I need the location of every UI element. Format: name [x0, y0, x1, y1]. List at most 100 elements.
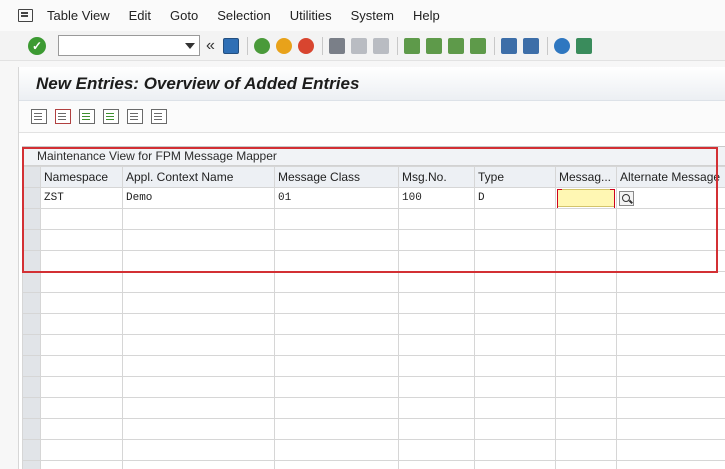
- empty-cell[interactable]: [616, 334, 725, 356]
- row-selector[interactable]: [22, 376, 41, 398]
- empty-cell[interactable]: [474, 292, 556, 314]
- empty-cell[interactable]: [274, 292, 399, 314]
- empty-cell[interactable]: [474, 313, 556, 335]
- empty-cell[interactable]: [474, 229, 556, 251]
- empty-cell[interactable]: [40, 397, 123, 419]
- empty-cell[interactable]: [616, 292, 725, 314]
- empty-cell[interactable]: [555, 460, 617, 469]
- empty-cell[interactable]: [40, 250, 123, 272]
- layout-icon[interactable]: [575, 37, 592, 54]
- empty-cell[interactable]: [40, 460, 123, 469]
- cell-namespace[interactable]: ZST: [40, 187, 123, 209]
- empty-cell[interactable]: [40, 439, 123, 461]
- empty-cell[interactable]: [122, 397, 275, 419]
- empty-cell[interactable]: [40, 229, 123, 251]
- empty-cell[interactable]: [274, 229, 399, 251]
- empty-cell[interactable]: [474, 418, 556, 440]
- empty-cell[interactable]: [398, 439, 475, 461]
- empty-cell[interactable]: [122, 460, 275, 469]
- empty-cell[interactable]: [616, 355, 725, 377]
- row-selector[interactable]: [22, 460, 41, 469]
- empty-cell[interactable]: [616, 460, 725, 469]
- row-selector[interactable]: [22, 355, 41, 377]
- empty-cell[interactable]: [616, 397, 725, 419]
- empty-cell[interactable]: [398, 355, 475, 377]
- empty-cell[interactable]: [616, 418, 725, 440]
- empty-cell[interactable]: [474, 271, 556, 293]
- empty-cell[interactable]: [40, 334, 123, 356]
- cancel-icon[interactable]: [297, 37, 314, 54]
- empty-cell[interactable]: [398, 208, 475, 230]
- column-header-msg-no[interactable]: Msg.No.: [398, 166, 475, 188]
- empty-cell[interactable]: [474, 250, 556, 272]
- empty-cell[interactable]: [40, 271, 123, 293]
- empty-cell[interactable]: [555, 439, 617, 461]
- cell-msg-no[interactable]: 100: [398, 187, 475, 209]
- menu-goto[interactable]: Goto: [170, 8, 198, 23]
- empty-cell[interactable]: [40, 313, 123, 335]
- menu-system[interactable]: System: [351, 8, 394, 23]
- next-entry-icon[interactable]: [103, 109, 119, 124]
- row-selector[interactable]: [22, 187, 41, 209]
- empty-cell[interactable]: [122, 439, 275, 461]
- last-page-icon[interactable]: [469, 37, 486, 54]
- empty-cell[interactable]: [122, 334, 275, 356]
- print-icon[interactable]: [328, 37, 345, 54]
- next-page-icon[interactable]: [447, 37, 464, 54]
- empty-cell[interactable]: [555, 418, 617, 440]
- empty-cell[interactable]: [274, 334, 399, 356]
- empty-cell[interactable]: [616, 229, 725, 251]
- empty-cell[interactable]: [398, 313, 475, 335]
- empty-cell[interactable]: [474, 460, 556, 469]
- empty-cell[interactable]: [474, 355, 556, 377]
- empty-cell[interactable]: [274, 397, 399, 419]
- empty-cell[interactable]: [274, 418, 399, 440]
- window-menu-icon[interactable]: [18, 9, 33, 22]
- empty-cell[interactable]: [398, 397, 475, 419]
- empty-cell[interactable]: [555, 250, 617, 272]
- empty-cell[interactable]: [616, 208, 725, 230]
- exit-icon[interactable]: [275, 37, 292, 54]
- help-icon[interactable]: [553, 37, 570, 54]
- find-next-icon[interactable]: [372, 37, 389, 54]
- empty-cell[interactable]: [274, 460, 399, 469]
- empty-cell[interactable]: [398, 418, 475, 440]
- empty-cell[interactable]: [274, 439, 399, 461]
- empty-cell[interactable]: [474, 376, 556, 398]
- row-selector[interactable]: [22, 271, 41, 293]
- empty-cell[interactable]: [555, 355, 617, 377]
- column-header-appl-context-name[interactable]: Appl. Context Name: [122, 166, 275, 188]
- empty-cell[interactable]: [274, 250, 399, 272]
- empty-cell[interactable]: [274, 271, 399, 293]
- search-help-icon[interactable]: [619, 190, 634, 206]
- empty-cell[interactable]: [616, 439, 725, 461]
- row-selector[interactable]: [22, 208, 41, 230]
- empty-cell[interactable]: [398, 376, 475, 398]
- empty-cell[interactable]: [122, 376, 275, 398]
- menu-selection[interactable]: Selection: [217, 8, 270, 23]
- delete-entry-icon[interactable]: [55, 109, 71, 124]
- cell-message-class[interactable]: 01: [274, 187, 399, 209]
- row-selector[interactable]: [22, 313, 41, 335]
- empty-cell[interactable]: [474, 208, 556, 230]
- column-header-message[interactable]: Messag...: [555, 166, 617, 188]
- row-selector[interactable]: [22, 439, 41, 461]
- empty-cell[interactable]: [398, 334, 475, 356]
- create-session-icon[interactable]: [500, 37, 517, 54]
- empty-cell[interactable]: [555, 208, 617, 230]
- cell-appl-context-name[interactable]: Demo: [122, 187, 275, 209]
- empty-cell[interactable]: [40, 418, 123, 440]
- menu-edit[interactable]: Edit: [129, 8, 151, 23]
- column-header-alternate-message[interactable]: Alternate Message: [616, 166, 725, 188]
- enter-checkmark-icon[interactable]: ✓: [28, 36, 46, 55]
- empty-cell[interactable]: [122, 313, 275, 335]
- previous-entry-icon[interactable]: [79, 109, 95, 124]
- empty-cell[interactable]: [555, 229, 617, 251]
- empty-cell[interactable]: [122, 292, 275, 314]
- empty-cell[interactable]: [616, 271, 725, 293]
- empty-cell[interactable]: [40, 292, 123, 314]
- column-header-message-class[interactable]: Message Class: [274, 166, 399, 188]
- empty-cell[interactable]: [40, 376, 123, 398]
- empty-cell[interactable]: [616, 376, 725, 398]
- empty-cell[interactable]: [398, 292, 475, 314]
